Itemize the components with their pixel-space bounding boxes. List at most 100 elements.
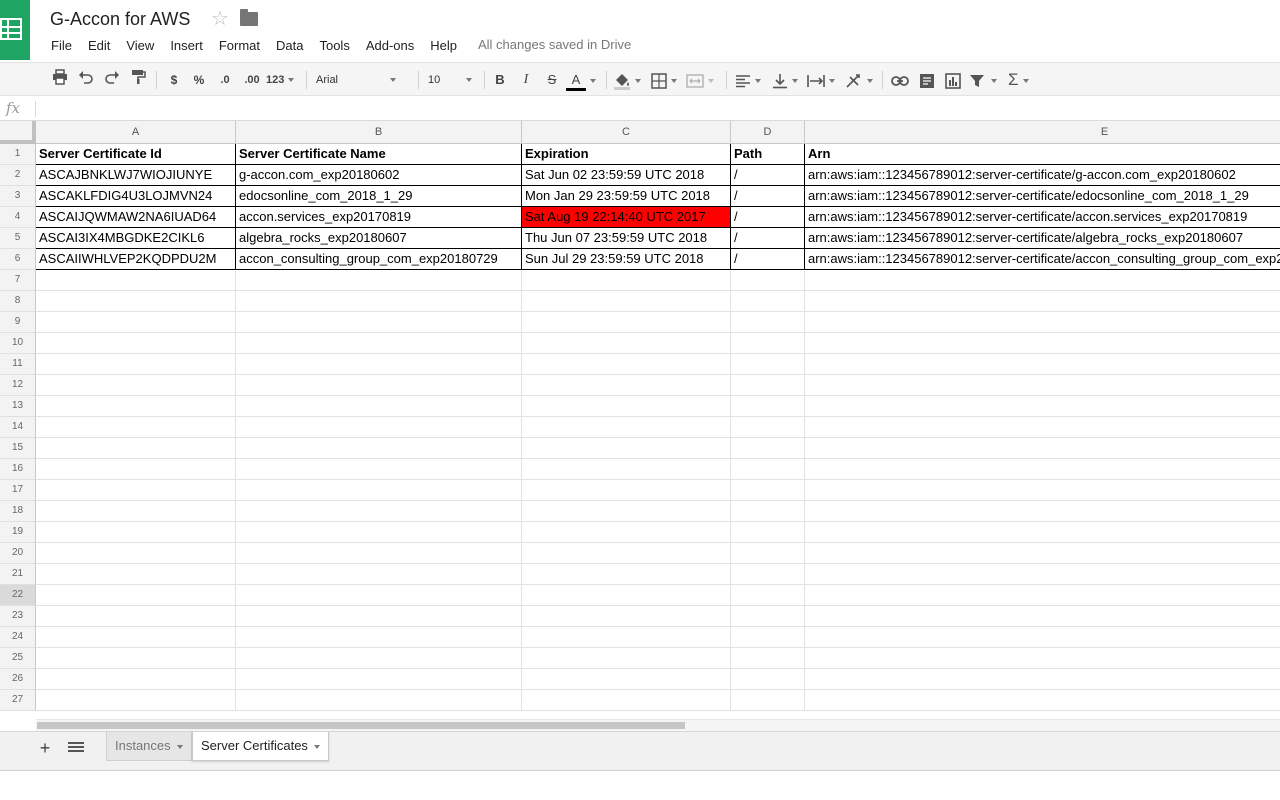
formula-input[interactable] — [42, 100, 1242, 118]
strikethrough-button[interactable]: S — [544, 69, 560, 91]
filter-icon[interactable] — [969, 69, 1003, 91]
menu-data[interactable]: Data — [268, 38, 311, 53]
insert-link-icon[interactable] — [890, 69, 910, 91]
cell-expiration[interactable] — [522, 291, 731, 312]
font-family-dropdown[interactable]: Arial — [316, 69, 400, 91]
row-header-23[interactable]: 23 — [0, 606, 36, 627]
cell-id[interactable]: ASCAKLFDIG4U3LOJMVN24 — [36, 186, 236, 207]
cell-path[interactable] — [731, 312, 805, 333]
cell-expiration[interactable]: Sat Jun 02 23:59:59 UTC 2018 — [522, 165, 731, 186]
row-header-17[interactable]: 17 — [0, 480, 36, 501]
row-header-26[interactable]: 26 — [0, 669, 36, 690]
cell-path[interactable] — [731, 669, 805, 690]
cell-name[interactable] — [236, 564, 522, 585]
cell-expiration[interactable] — [522, 690, 731, 711]
cell-id[interactable] — [36, 354, 236, 375]
cell-name[interactable] — [236, 606, 522, 627]
cell-path[interactable] — [731, 648, 805, 669]
paint-format-icon[interactable] — [128, 69, 148, 91]
cell-id[interactable] — [36, 627, 236, 648]
increase-decimal-button[interactable]: .00 — [240, 69, 264, 91]
cell-name[interactable]: edocsonline_com_2018_1_29 — [236, 186, 522, 207]
cell-name[interactable]: Server Certificate Name — [236, 144, 522, 165]
cell-id[interactable] — [36, 438, 236, 459]
cell-arn[interactable] — [805, 312, 1280, 333]
column-header-e[interactable]: E — [805, 121, 1280, 144]
cell-arn[interactable]: arn:aws:iam::123456789012:server-certifi… — [805, 165, 1280, 186]
row-header-1[interactable]: 1 — [0, 144, 36, 165]
cell-expiration[interactable] — [522, 396, 731, 417]
save-status[interactable]: All changes saved in Drive — [478, 37, 631, 52]
cell-expiration[interactable] — [522, 354, 731, 375]
insert-chart-icon[interactable] — [943, 69, 963, 91]
cell-arn[interactable] — [805, 291, 1280, 312]
cell-path[interactable] — [731, 270, 805, 291]
cell-arn[interactable] — [805, 606, 1280, 627]
column-header-b[interactable]: B — [236, 121, 522, 144]
cell-path[interactable]: / — [731, 249, 805, 270]
cell-expiration[interactable] — [522, 627, 731, 648]
row-header-10[interactable]: 10 — [0, 333, 36, 354]
menu-view[interactable]: View — [118, 38, 162, 53]
cell-id[interactable] — [36, 312, 236, 333]
cell-id[interactable] — [36, 270, 236, 291]
scrollbar-thumb[interactable] — [37, 722, 685, 729]
redo-icon[interactable] — [102, 69, 122, 91]
cell-expiration[interactable]: Expiration — [522, 144, 731, 165]
cell-arn[interactable] — [805, 270, 1280, 291]
row-header-16[interactable]: 16 — [0, 459, 36, 480]
cell-expiration[interactable]: Thu Jun 07 23:59:59 UTC 2018 — [522, 228, 731, 249]
all-sheets-icon[interactable] — [68, 742, 84, 754]
cell-name[interactable] — [236, 312, 522, 333]
row-header-14[interactable]: 14 — [0, 417, 36, 438]
insert-comment-icon[interactable] — [917, 69, 937, 91]
menu-tools[interactable]: Tools — [311, 38, 357, 53]
row-header-27[interactable]: 27 — [0, 690, 36, 711]
cell-path[interactable] — [731, 333, 805, 354]
cell-arn[interactable] — [805, 627, 1280, 648]
text-rotation-icon[interactable] — [845, 69, 877, 91]
cell-name[interactable] — [236, 438, 522, 459]
cell-arn[interactable]: arn:aws:iam::123456789012:server-certifi… — [805, 249, 1280, 270]
row-header-22[interactable]: 22 — [0, 585, 36, 606]
cell-name[interactable] — [236, 417, 522, 438]
row-header-13[interactable]: 13 — [0, 396, 36, 417]
cell-name[interactable]: accon_consulting_group_com_exp20180729 — [236, 249, 522, 270]
cell-arn[interactable] — [805, 543, 1280, 564]
cell-id[interactable] — [36, 501, 236, 522]
fill-color-icon[interactable] — [613, 69, 645, 91]
cell-expiration[interactable] — [522, 606, 731, 627]
cell-id[interactable] — [36, 585, 236, 606]
italic-button[interactable]: I — [518, 69, 534, 91]
cell-id[interactable]: ASCAJBNKLWJ7WIOJIUNYE — [36, 165, 236, 186]
row-header-15[interactable]: 15 — [0, 438, 36, 459]
cell-path[interactable]: / — [731, 186, 805, 207]
row-header-19[interactable]: 19 — [0, 522, 36, 543]
cell-expiration[interactable] — [522, 480, 731, 501]
row-header-8[interactable]: 8 — [0, 291, 36, 312]
cell-expiration[interactable] — [522, 270, 731, 291]
cell-name[interactable] — [236, 333, 522, 354]
cell-arn[interactable] — [805, 690, 1280, 711]
cell-expiration[interactable] — [522, 669, 731, 690]
row-header-3[interactable]: 3 — [0, 186, 36, 207]
cell-expiration[interactable] — [522, 585, 731, 606]
cell-arn[interactable] — [805, 333, 1280, 354]
row-header-6[interactable]: 6 — [0, 249, 36, 270]
print-icon[interactable] — [50, 69, 70, 91]
menu-file[interactable]: File — [43, 38, 80, 53]
row-header-11[interactable]: 11 — [0, 354, 36, 375]
cell-id[interactable] — [36, 522, 236, 543]
cell-name[interactable] — [236, 375, 522, 396]
cell-arn[interactable]: Arn — [805, 144, 1280, 165]
cell-path[interactable] — [731, 438, 805, 459]
cell-expiration[interactable]: Sat Aug 19 22:14:40 UTC 2017 — [522, 207, 731, 228]
menu-add-ons[interactable]: Add-ons — [358, 38, 422, 53]
currency-button[interactable]: $ — [166, 69, 182, 91]
cell-name[interactable] — [236, 396, 522, 417]
cell-id[interactable] — [36, 417, 236, 438]
cell-path[interactable] — [731, 543, 805, 564]
cell-path[interactable]: / — [731, 165, 805, 186]
cell-expiration[interactable]: Mon Jan 29 23:59:59 UTC 2018 — [522, 186, 731, 207]
cell-arn[interactable] — [805, 522, 1280, 543]
